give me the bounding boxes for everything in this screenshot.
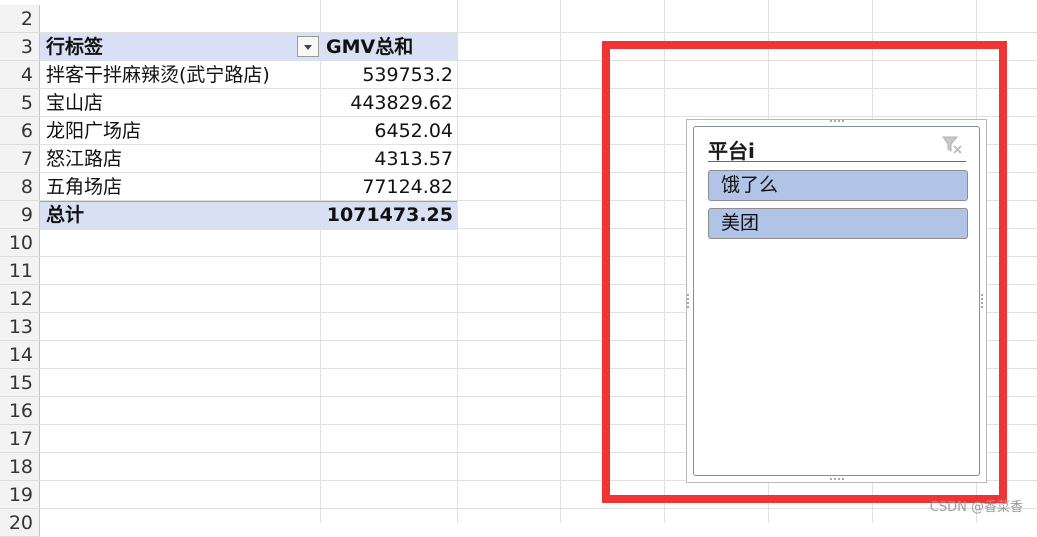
pivot-row-label[interactable]: 拌客干拌麻辣烫(武宁路店): [46, 61, 320, 89]
row-number[interactable]: 5: [0, 89, 40, 117]
row-divider: [40, 508, 1037, 509]
clear-filter-icon[interactable]: [940, 135, 964, 157]
pivot-header-value[interactable]: GMV总和: [326, 33, 456, 61]
pivot-header-label[interactable]: 行标签: [46, 33, 296, 61]
row-number[interactable]: 17: [0, 425, 40, 453]
row-number[interactable]: 10: [0, 229, 40, 257]
pivot-total-value[interactable]: 1071473.25: [321, 201, 457, 229]
row-number[interactable]: 3: [0, 33, 40, 61]
pivot-row-value[interactable]: 4313.57: [321, 145, 457, 173]
row-number[interactable]: 16: [0, 397, 40, 425]
resize-handle[interactable]: [981, 294, 987, 308]
row-number[interactable]: 11: [0, 257, 40, 285]
row-number[interactable]: 7: [0, 145, 40, 173]
row-number[interactable]: 4: [0, 61, 40, 89]
row-number[interactable]: 19: [0, 481, 40, 509]
pivot-row-label[interactable]: 宝山店: [46, 89, 320, 117]
row-number[interactable]: 13: [0, 313, 40, 341]
column-divider: [560, 0, 561, 523]
slicer-frame: 平台i 饿了么 美团: [693, 126, 980, 476]
column-divider: [457, 0, 458, 523]
slicer-title: 平台i: [708, 139, 755, 163]
row-number[interactable]: 15: [0, 369, 40, 397]
row-number[interactable]: 14: [0, 341, 40, 369]
row-number[interactable]: 12: [0, 285, 40, 313]
pivot-row-value[interactable]: 443829.62: [321, 89, 457, 117]
slicer-item[interactable]: 美团: [708, 208, 968, 239]
row-number[interactable]: 9: [0, 201, 40, 229]
row-number[interactable]: 18: [0, 453, 40, 481]
dropdown-filter-icon[interactable]: [297, 36, 319, 57]
slicer-panel[interactable]: 平台i 饿了么 美团: [686, 119, 987, 483]
row-number[interactable]: 20: [0, 509, 40, 537]
row-number[interactable]: 8: [0, 173, 40, 201]
pivot-total-label[interactable]: 总计: [46, 201, 320, 229]
row-number[interactable]: 6: [0, 117, 40, 145]
pivot-row-label[interactable]: 五角场店: [46, 173, 320, 201]
watermark: CSDN @香菜香: [929, 500, 1023, 515]
pivot-row-label[interactable]: 龙阳广场店: [46, 117, 320, 145]
resize-handle[interactable]: [830, 478, 844, 484]
pivot-row-value[interactable]: 539753.2: [321, 61, 457, 89]
row-number[interactable]: 2: [0, 5, 40, 33]
pivot-row-value[interactable]: 6452.04: [321, 117, 457, 145]
slicer-title-rule: [708, 161, 966, 162]
pivot-row-value[interactable]: 77124.82: [321, 173, 457, 201]
pivot-row-label[interactable]: 怒江路店: [46, 145, 320, 173]
slicer-item[interactable]: 饿了么: [708, 170, 968, 201]
